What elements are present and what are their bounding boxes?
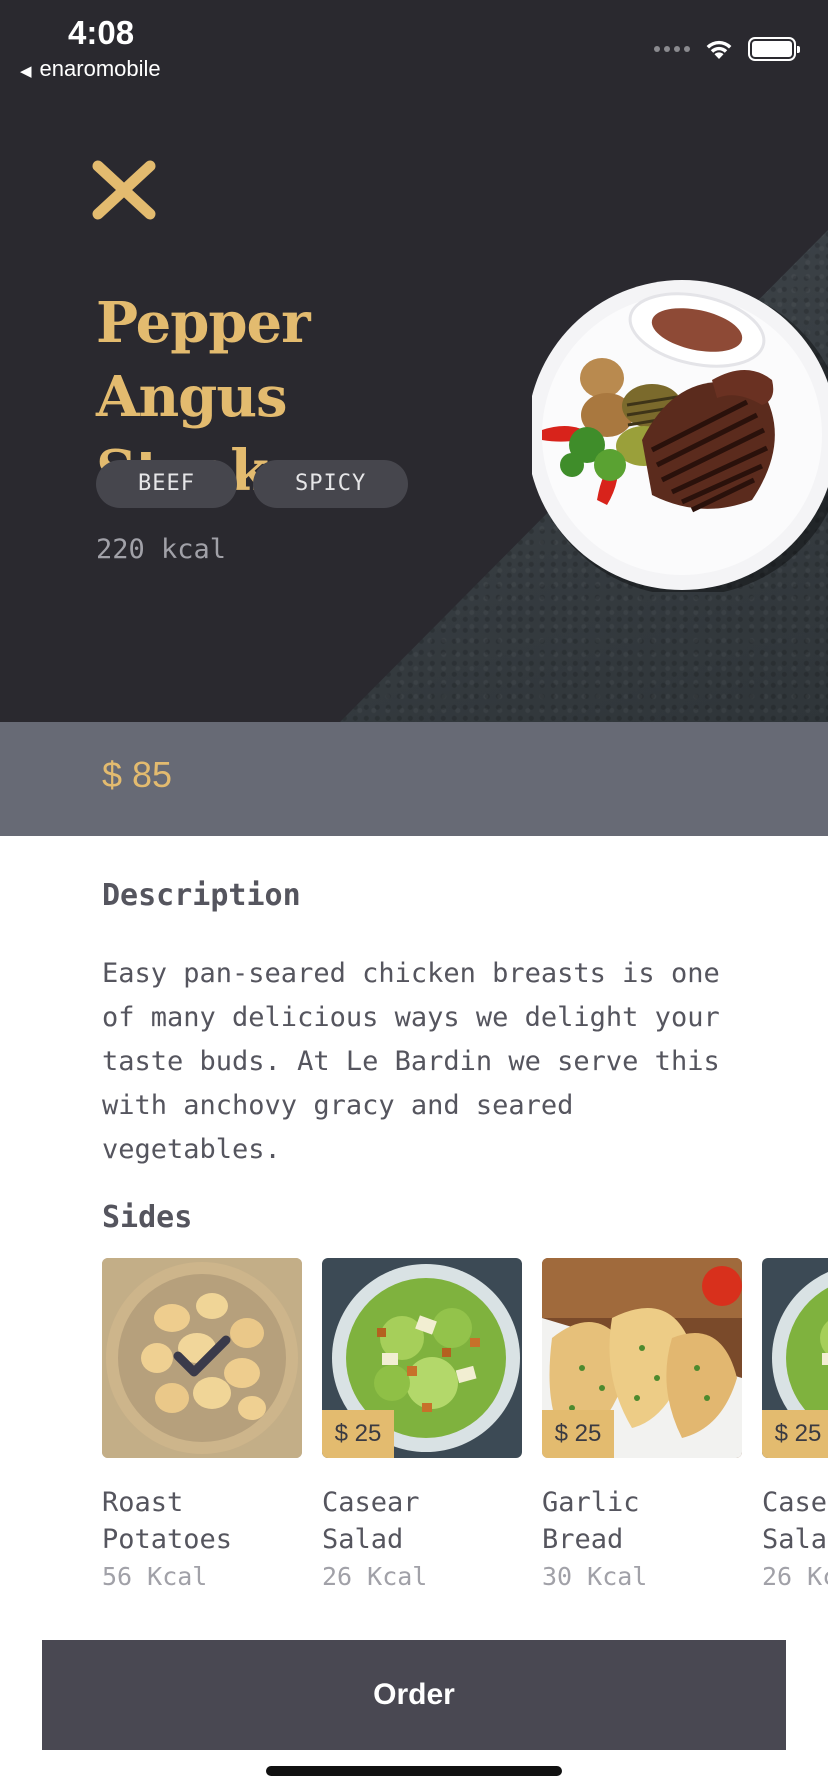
- side-price-badge: $ 25: [762, 1410, 828, 1458]
- side-kcal: 56 Kcal: [102, 1562, 208, 1591]
- side-price-badge: $ 25: [322, 1410, 394, 1458]
- status-time: 4:08: [68, 14, 135, 51]
- description-text: Easy pan-seared chicken breasts is one o…: [102, 958, 720, 1165]
- side-name: Roast Potatoes: [102, 1487, 233, 1555]
- back-app-label: enaromobile: [39, 56, 161, 81]
- back-to-app-link[interactable]: ◀ enaromobile: [20, 56, 161, 82]
- status-icons: [654, 36, 800, 62]
- side-image-casear-salad[interactable]: $ 25: [322, 1258, 522, 1458]
- signal-icon: [654, 46, 690, 52]
- dish-price: $ 85: [102, 754, 173, 795]
- price-bar: $ 85: [0, 722, 828, 836]
- side-item-garlic-bread[interactable]: $ 25 Garlic Bread 30 Kcal: [542, 1258, 742, 1591]
- tag-spicy: SPICY: [252, 460, 409, 508]
- tag-beef: BEEF: [96, 460, 237, 508]
- dish-calories: 220 kcal: [96, 534, 227, 565]
- wifi-icon: [706, 40, 732, 59]
- side-kcal: 26 Kcal: [322, 1562, 428, 1591]
- back-arrow-icon: ◀: [20, 63, 32, 80]
- sides-heading: Sides: [102, 1200, 193, 1235]
- description-heading: Description: [102, 878, 301, 913]
- side-name: Garlic Bread: [542, 1487, 640, 1555]
- side-price-badge: $ 25: [542, 1410, 614, 1458]
- side-image-roast-potatoes[interactable]: [102, 1258, 302, 1458]
- close-icon[interactable]: [92, 160, 156, 220]
- side-item-casear-salad[interactable]: $ 25 Casear Salad 26 Kcal: [322, 1258, 522, 1591]
- tag-list: BEEF SPICY: [96, 460, 409, 508]
- hero-section: 4:08 ◀enaromobile Pepper Angus Steak BEE…: [0, 0, 828, 722]
- side-item-casear-salad-2[interactable]: $ 25 Casear Salad 26 Kcal: [762, 1258, 828, 1591]
- order-button[interactable]: Order: [42, 1640, 786, 1750]
- side-kcal: 26 Kcal: [762, 1562, 828, 1591]
- battery-icon: [748, 37, 800, 61]
- side-name: Casear Salad: [322, 1487, 420, 1555]
- side-kcal: 30 Kcal: [542, 1562, 648, 1591]
- side-name: Casear Salad: [762, 1487, 828, 1555]
- side-image-garlic-bread[interactable]: $ 25: [542, 1258, 742, 1458]
- home-indicator[interactable]: [266, 1766, 562, 1776]
- sides-carousel[interactable]: Roast Potatoes 56 Kcal $ 25 Casear Salad…: [102, 1258, 828, 1591]
- side-image-casear-salad-2[interactable]: $ 25: [762, 1258, 828, 1458]
- steak-plate-image: [532, 280, 828, 592]
- checkmark-icon: [173, 1335, 231, 1377]
- side-item-roast-potatoes[interactable]: Roast Potatoes 56 Kcal: [102, 1258, 302, 1591]
